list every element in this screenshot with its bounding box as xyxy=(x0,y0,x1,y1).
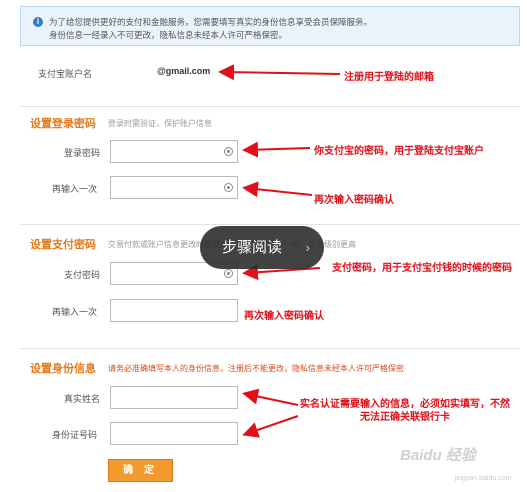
step-reading-button[interactable]: 步骤阅读 › xyxy=(200,226,324,269)
id-number-label: 身份证号码 xyxy=(52,430,98,440)
notice-text-line2: 身份信息一经录入不可更改，隐私信息未经本人许可严格保密。 xyxy=(49,30,288,40)
login-password-confirm-input[interactable] xyxy=(110,176,238,199)
real-name-label: 真实姓名 xyxy=(64,394,101,404)
account-label: 支付宝账户名 xyxy=(38,69,93,79)
step-reading-label: 步骤阅读 xyxy=(222,239,283,256)
login-password-label: 登录密码 xyxy=(64,148,101,158)
annotation-account: 注册用于登陆的邮箱 xyxy=(344,72,434,83)
baidu-watermark-url: jingyan.baidu.com xyxy=(455,475,512,482)
id-number-input[interactable] xyxy=(110,422,238,445)
annotation-identity: 实名认证需要输入的信息，必须如实填写，不然无法正确关联银行卡 xyxy=(300,399,510,423)
annotation-login-password: 你支付宝的密码，用于登陆支付宝账户 xyxy=(314,146,484,157)
section-title-pay: 设置支付密码 xyxy=(30,239,96,251)
info-icon: i xyxy=(33,17,43,27)
real-name-input[interactable] xyxy=(110,386,238,409)
notice-banner: i 为了给您提供更好的支付和金融服务，您需要填写真实的身份信息享受会员保障服务。… xyxy=(20,6,520,46)
chevron-right-icon: › xyxy=(305,240,310,255)
confirm-button[interactable]: 确 定 xyxy=(108,459,173,482)
section-desc-identity: 请务必准确填写本人的身份信息，注册后不能更改，隐私信息未经本人许可严格保密 xyxy=(108,364,404,373)
annotation-pay-password: 支付密码，用于支付宝付钱的时候的密码 xyxy=(332,263,512,274)
arrow-login-confirm xyxy=(242,181,313,198)
login-password-input[interactable] xyxy=(110,140,238,163)
password-visibility-icon[interactable] xyxy=(224,269,233,278)
pay-password-label: 支付密码 xyxy=(64,270,101,280)
arrow-account xyxy=(218,64,341,81)
arrow-identity-id xyxy=(242,415,299,438)
section-title-login: 设置登录密码 xyxy=(30,118,96,130)
annotation-login-confirm: 再次输入密码确认 xyxy=(314,195,394,206)
account-value: @gmail.com xyxy=(157,66,211,76)
baidu-watermark-logo: Baidu 经验 xyxy=(400,447,476,464)
arrow-identity-name xyxy=(242,388,299,406)
pay-password-confirm-input[interactable] xyxy=(110,299,238,322)
login-password-confirm-label: 再输入一次 xyxy=(52,184,98,194)
section-desc-login: 登录时需验证，保护账户信息 xyxy=(108,119,212,128)
section-title-identity: 设置身份信息 xyxy=(30,363,96,375)
divider xyxy=(20,224,520,225)
pay-password-confirm-label: 再输入一次 xyxy=(52,307,98,317)
divider xyxy=(20,348,520,349)
annotation-pay-confirm: 再次输入密码确认 xyxy=(244,311,324,322)
notice-text-line1: 为了给您提供更好的支付和金融服务，您需要填写真实的身份信息享受会员保障服务。 xyxy=(49,17,373,27)
arrow-login-password xyxy=(242,141,311,158)
divider xyxy=(20,106,520,107)
password-visibility-icon[interactable] xyxy=(224,183,233,192)
password-visibility-icon[interactable] xyxy=(224,147,233,156)
